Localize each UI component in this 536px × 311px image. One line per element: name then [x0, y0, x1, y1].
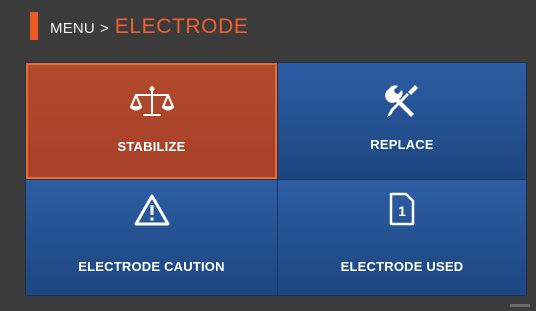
warning-icon: [134, 194, 169, 226]
breadcrumb-separator: >: [99, 20, 109, 37]
breadcrumb: MENU > ELECTRODE: [50, 15, 249, 41]
tools-icon: [385, 85, 418, 117]
stabilize-label: STABILIZE: [117, 139, 186, 154]
page-title: ELECTRODE: [114, 15, 249, 38]
breadcrumb-parent[interactable]: MENU: [50, 20, 95, 37]
replace-label: REPLACE: [370, 137, 434, 152]
stabilize-button[interactable]: STABILIZE: [26, 63, 277, 179]
document-count-icon: 1: [389, 192, 415, 226]
electrode-caution-button[interactable]: ELECTRODE CAUTION: [26, 179, 277, 295]
balance-scale-icon: [129, 86, 174, 116]
replace-button[interactable]: REPLACE: [277, 63, 526, 179]
electrode-menu-screen: MENU > ELECTRODE STABILIZE REPLACE ELECT…: [0, 0, 536, 311]
menu-grid: STABILIZE REPLACE ELECTRODE CAUTION 1 EL…: [25, 62, 527, 296]
electrode-used-button[interactable]: 1 ELECTRODE USED: [277, 179, 526, 295]
header-bar: MENU > ELECTRODE: [0, 0, 536, 54]
header-accent-bar: [30, 12, 38, 40]
electrode-caution-label: ELECTRODE CAUTION: [78, 259, 225, 274]
electrode-used-count: 1: [398, 203, 406, 219]
electrode-used-label: ELECTRODE USED: [340, 259, 464, 274]
corner-indicator: [510, 304, 530, 307]
